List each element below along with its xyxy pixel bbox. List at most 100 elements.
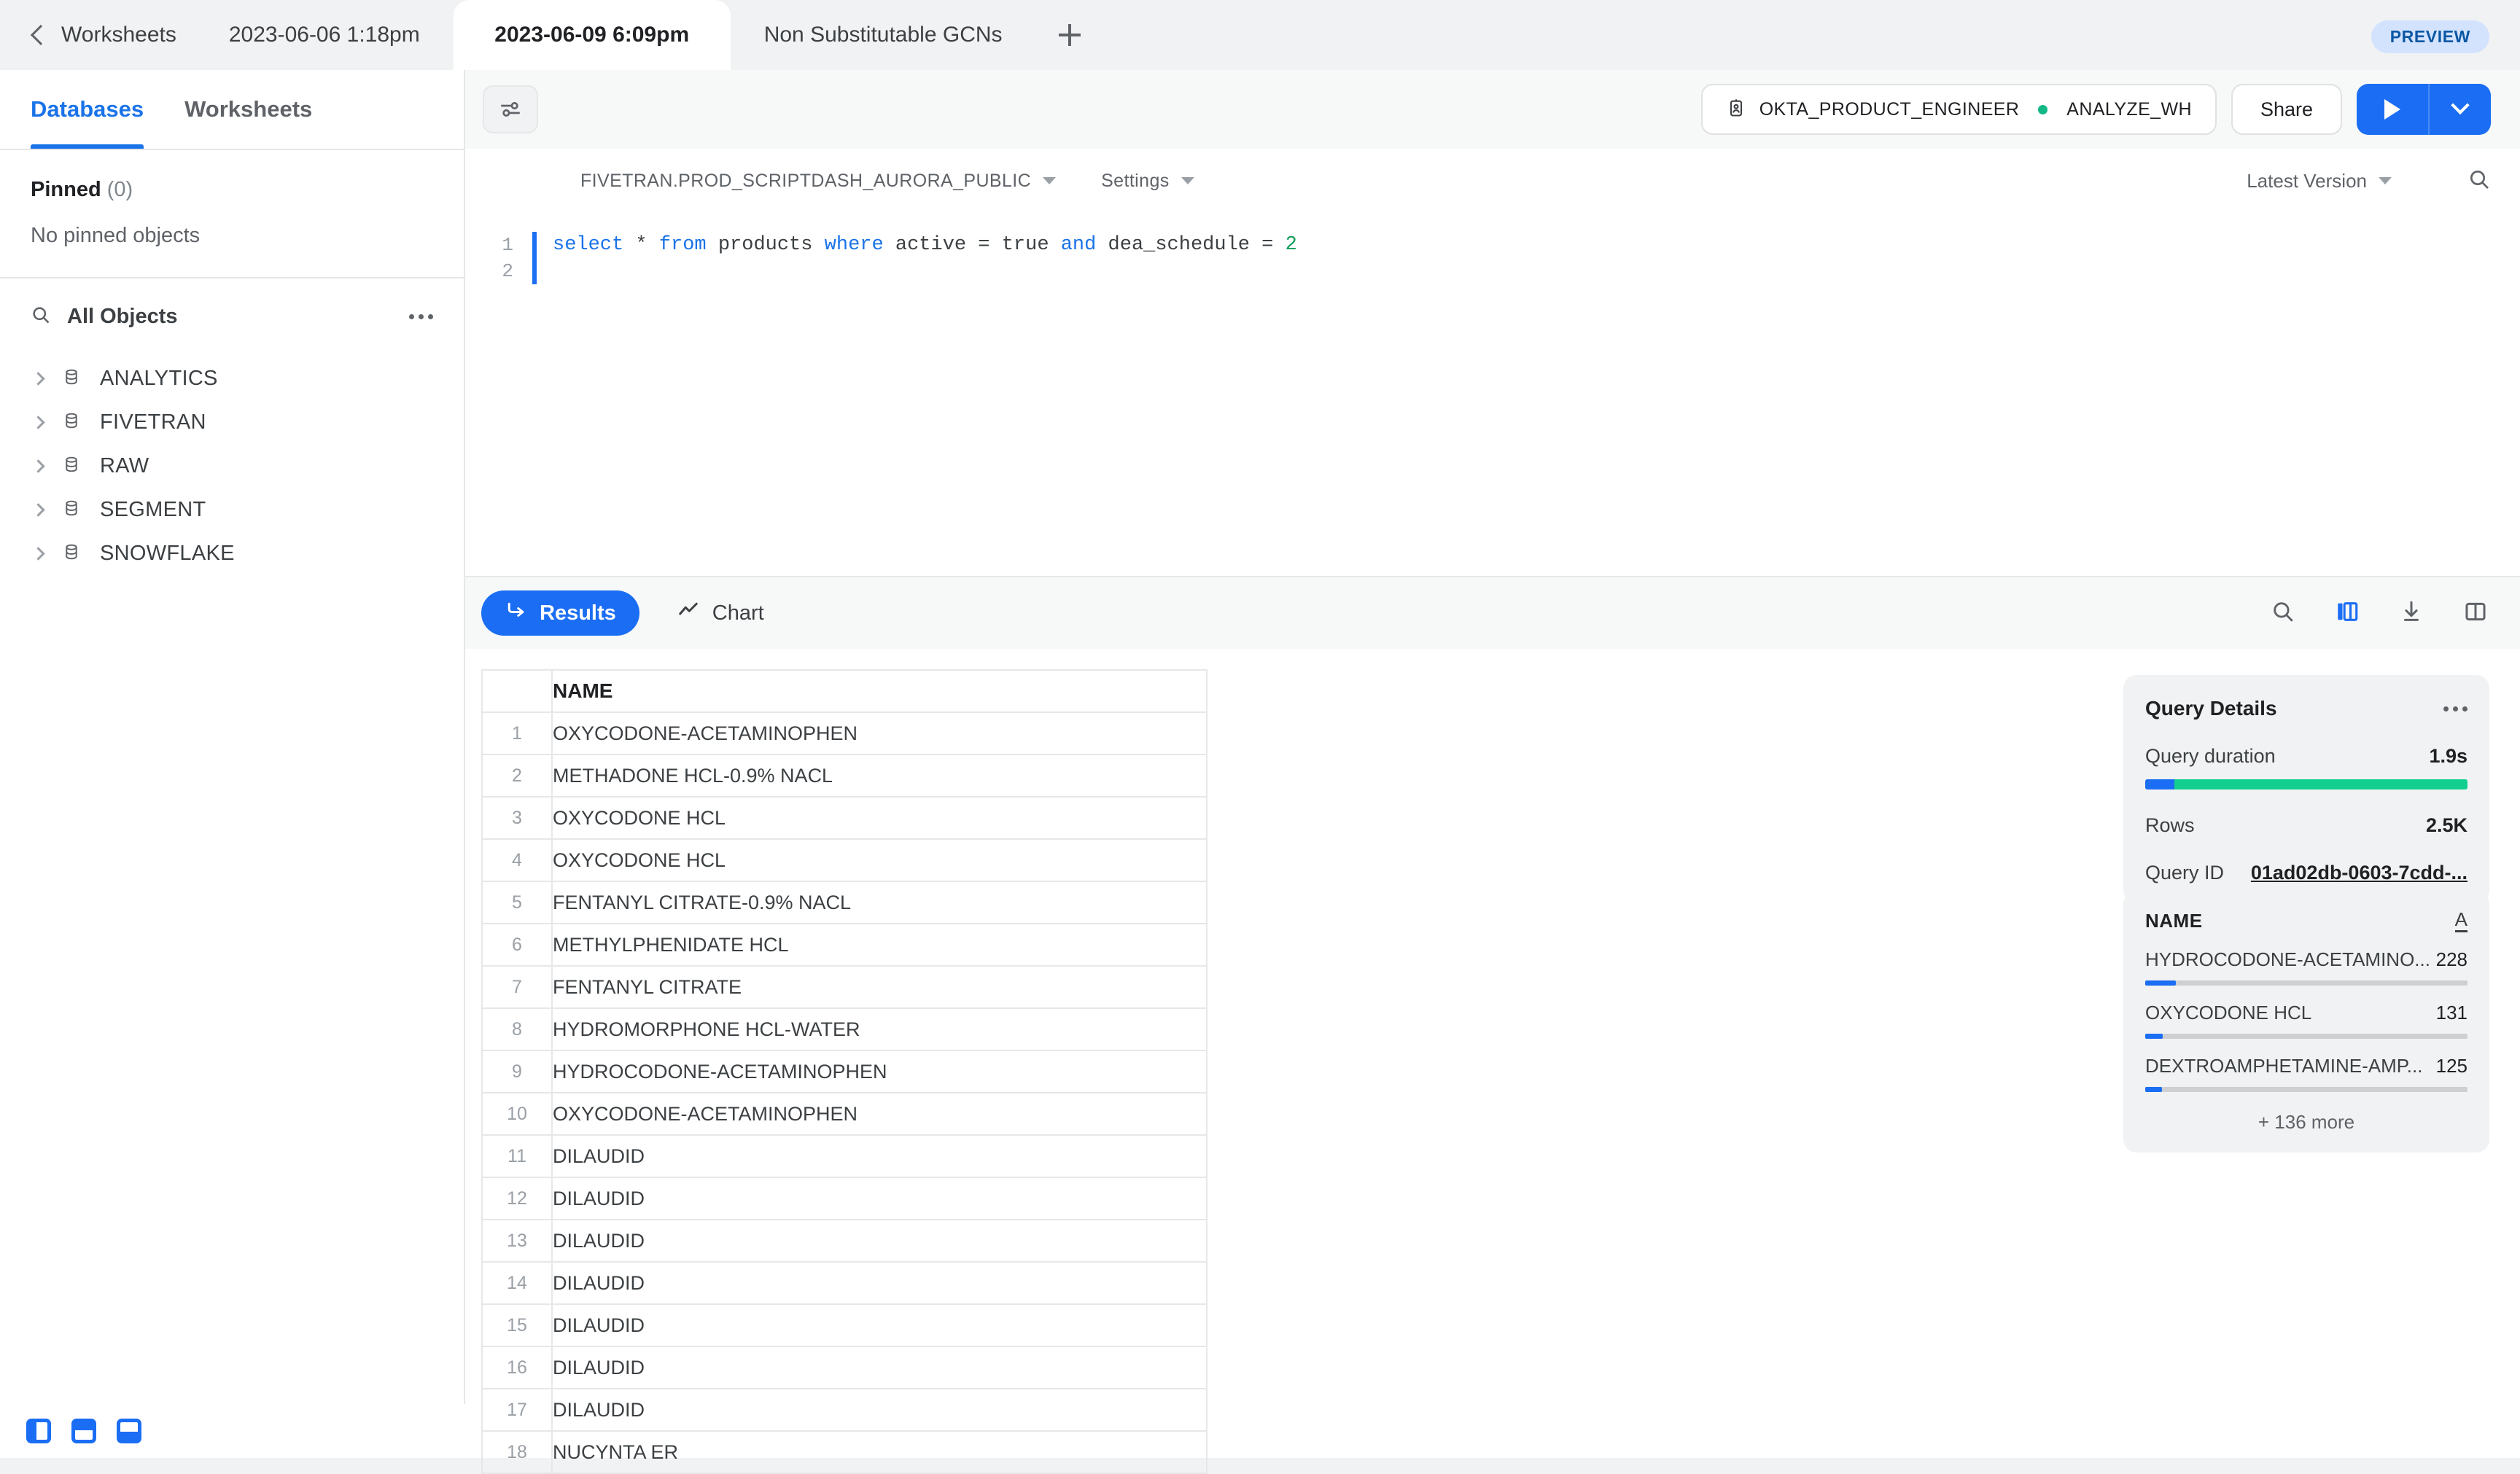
- run-options-button[interactable]: [2428, 84, 2491, 135]
- query-id-label: Query ID: [2145, 862, 2251, 884]
- results-table: NAME 1OXYCODONE-ACETAMINOPHEN 2METHADONE…: [481, 669, 1208, 1474]
- table-row[interactable]: 1OXYCODONE-ACETAMINOPHEN: [482, 712, 1207, 754]
- chevron-right-icon[interactable]: [31, 547, 44, 560]
- more-horizontal-icon[interactable]: [409, 314, 433, 319]
- chevron-right-icon[interactable]: [31, 416, 44, 429]
- split-panel-icon[interactable]: [2463, 599, 2488, 628]
- table-row[interactable]: 8HYDROMORPHONE HCL-WATER: [482, 1008, 1207, 1050]
- stat-item[interactable]: DEXTROAMPHETAMINE-AMP... 125: [2145, 1055, 2468, 1092]
- database-icon: [62, 367, 81, 390]
- stat-bar: [2145, 1034, 2468, 1039]
- table-row[interactable]: 15DILAUDID: [482, 1304, 1207, 1346]
- search-icon[interactable]: [2271, 599, 2295, 628]
- db-item-snowflake[interactable]: SNOWFLAKE: [0, 531, 464, 575]
- sliders-icon[interactable]: [483, 85, 538, 133]
- query-duration-row: Query duration 1.9s: [2145, 745, 2468, 768]
- column-stats-header: NAME A: [2145, 910, 2468, 932]
- bottom-panel-toggle-icon[interactable]: [117, 1419, 141, 1443]
- version-selector[interactable]: Latest Version: [2247, 170, 2392, 192]
- editor-header: FIVETRAN.PROD_SCRIPTDASH_AURORA_PUBLIC S…: [465, 149, 2520, 213]
- window-tab-bar: Worksheets 2023-06-06 1:18pm 2023-06-09 …: [0, 0, 2520, 70]
- code-line-2: 2: [465, 258, 2520, 284]
- worksheet-tab-1[interactable]: 2023-06-06 1:18pm: [195, 0, 454, 70]
- db-item-analytics[interactable]: ANALYTICS: [0, 356, 464, 400]
- sql-editor[interactable]: 1 select * from products where active = …: [465, 213, 2520, 506]
- rows-row: Rows 2.5K: [2145, 814, 2468, 837]
- all-objects-row[interactable]: All Objects: [0, 278, 464, 352]
- cell-name: DILAUDID: [552, 1346, 1207, 1389]
- row-index: 6: [482, 924, 552, 966]
- table-row[interactable]: 6METHYLPHENIDATE HCL: [482, 924, 1207, 966]
- cell-name: OXYCODONE-ACETAMINOPHEN: [552, 712, 1207, 754]
- run-button-group: [2357, 84, 2491, 135]
- tab-chart[interactable]: Chart: [654, 590, 788, 636]
- columns-icon[interactable]: [2335, 599, 2360, 628]
- chevron-right-icon[interactable]: [31, 459, 44, 472]
- row-index: 18: [482, 1431, 552, 1473]
- download-icon[interactable]: [2399, 599, 2424, 628]
- chevron-right-icon[interactable]: [31, 372, 44, 385]
- settings-selector[interactable]: Settings: [1101, 171, 1194, 192]
- table-row[interactable]: 13DILAUDID: [482, 1220, 1207, 1262]
- sort-alpha-icon[interactable]: A: [2455, 910, 2468, 932]
- row-index: 12: [482, 1177, 552, 1220]
- table-row[interactable]: 10OXYCODONE-ACETAMINOPHEN: [482, 1093, 1207, 1135]
- worksheet-tab-2[interactable]: 2023-06-09 6:09pm: [454, 0, 731, 70]
- stat-item[interactable]: OXYCODONE HCL 131: [2145, 1002, 2468, 1039]
- tab-chart-label: Chart: [712, 601, 764, 625]
- editor-search-icon[interactable]: [2468, 168, 2491, 195]
- row-index: 16: [482, 1346, 552, 1389]
- tab-results[interactable]: Results: [481, 590, 639, 636]
- table-row[interactable]: 16DILAUDID: [482, 1346, 1207, 1389]
- table-row[interactable]: 12DILAUDID: [482, 1177, 1207, 1220]
- stat-bar: [2145, 1087, 2468, 1092]
- active-line-marker: [532, 258, 537, 284]
- cell-name: METHYLPHENIDATE HCL: [552, 924, 1207, 966]
- query-duration-value: 1.9s: [2429, 745, 2468, 768]
- stats-more-link[interactable]: + 136 more: [2145, 1111, 2468, 1134]
- stat-item[interactable]: HYDROCODONE-ACETAMINO... 228: [2145, 948, 2468, 986]
- role-label: OKTA_PRODUCT_ENGINEER: [1759, 99, 2020, 120]
- table-row[interactable]: 17DILAUDID: [482, 1389, 1207, 1431]
- code-line-1: 1 select * from products where active = …: [465, 232, 2520, 258]
- share-button[interactable]: Share: [2231, 84, 2342, 135]
- worksheet-tab-3[interactable]: Non Substitutable GCNs: [731, 0, 1036, 70]
- version-label: Latest Version: [2247, 170, 2367, 192]
- top-panel-toggle-icon[interactable]: [71, 1419, 96, 1443]
- back-to-worksheets-button[interactable]: Worksheets: [0, 0, 195, 70]
- row-index: 9: [482, 1050, 552, 1093]
- settings-label: Settings: [1101, 171, 1170, 192]
- table-row[interactable]: 11DILAUDID: [482, 1135, 1207, 1177]
- table-row[interactable]: 3OXYCODONE HCL: [482, 797, 1207, 839]
- cell-name: NUCYNTA ER: [552, 1431, 1207, 1473]
- db-item-segment[interactable]: SEGMENT: [0, 488, 464, 531]
- row-index: 14: [482, 1262, 552, 1304]
- tab-databases[interactable]: Databases: [31, 70, 144, 149]
- pinned-count: (0): [107, 178, 133, 201]
- sidebar: Databases Worksheets Pinned (0) No pinne…: [0, 70, 465, 1458]
- table-row[interactable]: 4OXYCODONE HCL: [482, 839, 1207, 881]
- plus-icon[interactable]: [1036, 0, 1103, 70]
- left-panel-toggle-icon[interactable]: [26, 1419, 51, 1443]
- database-icon: [62, 455, 81, 477]
- chevron-right-icon[interactable]: [31, 503, 44, 516]
- query-id-value[interactable]: 01ad02db-0603-7cdd-...: [2251, 862, 2468, 884]
- table-row[interactable]: 9HYDROCODONE-ACETAMINOPHEN: [482, 1050, 1207, 1093]
- main-content: OKTA_PRODUCT_ENGINEER ANALYZE_WH Share F…: [465, 70, 2520, 1458]
- table-row[interactable]: 14DILAUDID: [482, 1262, 1207, 1304]
- db-item-raw[interactable]: RAW: [0, 444, 464, 488]
- table-row[interactable]: 5FENTANYL CITRATE-0.9% NACL: [482, 881, 1207, 924]
- cell-name: METHADONE HCL-0.9% NACL: [552, 754, 1207, 797]
- more-horizontal-icon[interactable]: [2443, 706, 2468, 711]
- table-row[interactable]: 7FENTANYL CITRATE: [482, 966, 1207, 1008]
- cell-name: HYDROCODONE-ACETAMINOPHEN: [552, 1050, 1207, 1093]
- db-item-fivetran[interactable]: FIVETRAN: [0, 400, 464, 444]
- database-context-selector[interactable]: FIVETRAN.PROD_SCRIPTDASH_AURORA_PUBLIC: [580, 171, 1056, 192]
- query-duration-label: Query duration: [2145, 745, 2429, 768]
- role-warehouse-selector[interactable]: OKTA_PRODUCT_ENGINEER ANALYZE_WH: [1701, 84, 2217, 135]
- table-row[interactable]: 2METHADONE HCL-0.9% NACL: [482, 754, 1207, 797]
- tab-worksheets[interactable]: Worksheets: [184, 70, 312, 149]
- stat-name: OXYCODONE HCL: [2145, 1002, 2436, 1024]
- run-button[interactable]: [2357, 84, 2428, 135]
- table-row[interactable]: 18NUCYNTA ER: [482, 1431, 1207, 1473]
